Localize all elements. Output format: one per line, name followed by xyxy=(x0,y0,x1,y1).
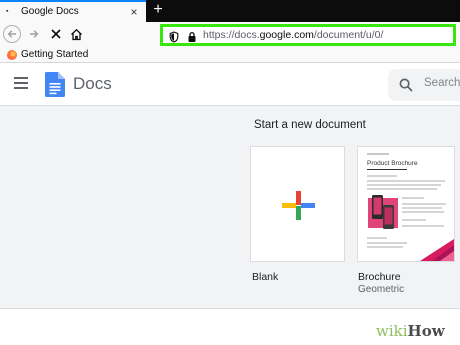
watermark-wiki: wiki xyxy=(376,322,408,340)
geometric-corner-icon xyxy=(420,239,454,261)
brochure-preview-line xyxy=(402,225,444,227)
tab-favicon: ▪ xyxy=(6,8,9,15)
docs-header: Docs Search xyxy=(0,63,460,106)
template-brochure-label[interactable]: Brochure xyxy=(358,271,401,283)
template-gallery: Start a new document Blank Product Broch… xyxy=(0,106,460,308)
brochure-preview-rule xyxy=(367,169,407,170)
forward-icon[interactable] xyxy=(25,25,43,43)
plus-icon xyxy=(282,191,315,220)
app-title[interactable]: Docs xyxy=(73,74,112,94)
template-brochure-sublabel: Geometric xyxy=(358,284,405,295)
url-prefix: https://docs. xyxy=(203,29,260,41)
brochure-preview-line xyxy=(367,184,441,186)
url-path: /document/u/0/ xyxy=(313,29,384,41)
brochure-preview-line xyxy=(367,175,397,177)
template-blank[interactable] xyxy=(250,146,345,262)
tab-close-icon[interactable]: × xyxy=(128,5,140,19)
stop-icon[interactable] xyxy=(47,25,65,43)
url-domain: google.com xyxy=(259,29,314,41)
brochure-preview-line xyxy=(402,207,442,209)
brochure-preview-line xyxy=(402,197,424,199)
watermark-how: How xyxy=(407,322,445,340)
template-brochure[interactable]: Product Brochure xyxy=(357,146,455,262)
search-icon[interactable] xyxy=(399,78,413,92)
lock-icon[interactable] xyxy=(187,30,197,42)
brochure-preview-title: Product Brochure xyxy=(367,160,418,167)
brochure-preview-header xyxy=(367,153,389,155)
bookmark-getting-started[interactable]: Getting Started xyxy=(21,49,88,60)
gallery-title: Start a new document xyxy=(254,119,366,131)
template-blank-label[interactable]: Blank xyxy=(252,271,278,283)
browser-tab[interactable]: ▪ Google Docs × xyxy=(0,0,146,22)
search-input[interactable]: Search xyxy=(388,69,460,101)
navigation-bar: https://docs.google.com/document/u/0/ xyxy=(0,22,460,47)
shield-icon[interactable] xyxy=(169,30,179,43)
brochure-preview-line xyxy=(367,188,437,190)
brochure-preview-line xyxy=(402,203,446,205)
brochure-preview-line xyxy=(367,246,403,248)
brochure-preview-line xyxy=(402,211,444,213)
brochure-preview-line xyxy=(367,242,407,244)
new-tab-button[interactable]: + xyxy=(151,1,165,19)
brochure-preview-line xyxy=(402,219,426,221)
url-text: https://docs.google.com/document/u/0/ xyxy=(203,29,383,41)
docs-logo-icon[interactable] xyxy=(45,72,65,97)
bookmarks-bar: Getting Started xyxy=(0,47,460,63)
brochure-preview-line xyxy=(367,237,387,239)
home-icon[interactable] xyxy=(67,25,85,43)
menu-icon[interactable] xyxy=(14,77,28,89)
firefox-icon xyxy=(7,50,17,60)
tab-title: Google Docs xyxy=(21,6,79,17)
phone-image-icon xyxy=(368,195,398,231)
tab-strip: ▪ Google Docs × + xyxy=(0,0,460,22)
search-placeholder: Search xyxy=(424,77,460,89)
brochure-preview-line xyxy=(367,180,445,182)
url-bar[interactable]: https://docs.google.com/document/u/0/ xyxy=(160,24,456,46)
wikihow-watermark: wikiHow xyxy=(370,320,451,342)
back-icon[interactable] xyxy=(3,25,21,43)
